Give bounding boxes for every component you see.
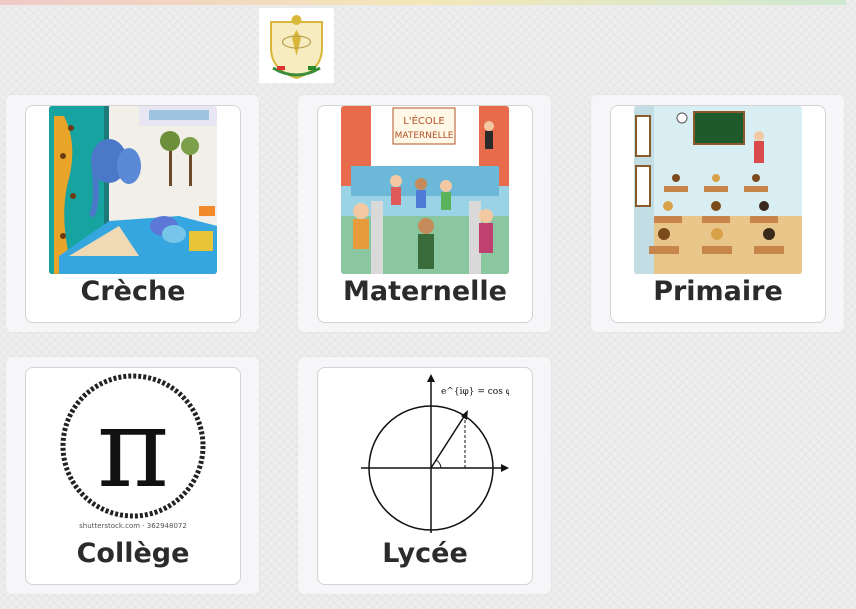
svg-text:shutterstock.com · 362948072: shutterstock.com · 362948072 xyxy=(79,522,187,530)
svg-text:e^{iφ} = cos φ + i sin φ: e^{iφ} = cos φ + i sin φ xyxy=(441,387,509,397)
college-image: π shutterstock.com · 362948072 xyxy=(49,368,217,536)
maternelle-image: L'ÉCOLE MATERNELLE xyxy=(341,106,509,274)
panel-creche: Crèche xyxy=(6,95,259,332)
guinea-coat-of-arms-logo xyxy=(259,8,334,83)
top-accent-bar xyxy=(0,0,846,5)
panel-lycee: e^{iφ} = cos φ + i sin φ Lycée xyxy=(298,357,551,594)
card-label-college: Collège xyxy=(76,538,190,569)
card-maternelle[interactable]: L'ÉCOLE MATERNELLE Maternelle xyxy=(317,105,533,323)
card-label-primaire: Primaire xyxy=(653,276,783,307)
panel-college: π shutterstock.com · 362948072 Collège xyxy=(6,357,259,594)
panel-primaire: Primaire xyxy=(591,95,844,332)
primaire-image xyxy=(634,106,802,274)
card-primaire[interactable]: Primaire xyxy=(610,105,826,323)
card-label-creche: Crèche xyxy=(80,276,186,307)
lycee-image: e^{iφ} = cos φ + i sin φ xyxy=(341,368,509,536)
card-label-lycee: Lycée xyxy=(382,538,468,569)
card-lycee[interactable]: e^{iφ} = cos φ + i sin φ Lycée xyxy=(317,367,533,585)
svg-text:L'ÉCOLE: L'ÉCOLE xyxy=(403,114,444,127)
card-college[interactable]: π shutterstock.com · 362948072 Collège xyxy=(25,367,241,585)
panel-maternelle: L'ÉCOLE MATERNELLE Maternelle xyxy=(298,95,551,332)
svg-text:MATERNELLE: MATERNELLE xyxy=(395,131,454,141)
card-creche[interactable]: Crèche xyxy=(25,105,241,323)
card-label-maternelle: Maternelle xyxy=(343,276,507,307)
creche-image xyxy=(49,106,217,274)
svg-text:π: π xyxy=(97,384,169,512)
